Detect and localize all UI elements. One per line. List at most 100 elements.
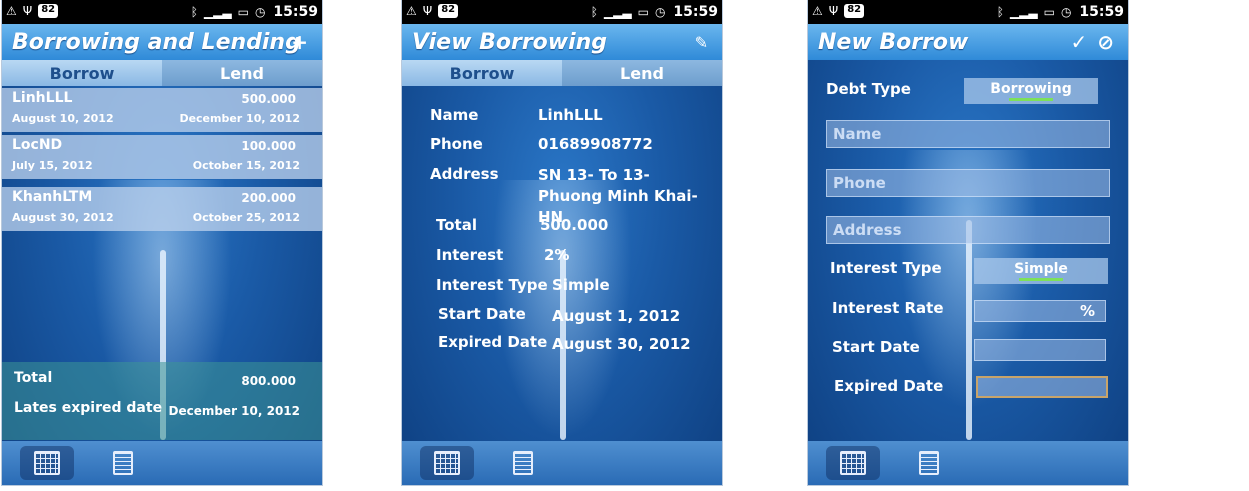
name-field[interactable]: Name: [826, 120, 1110, 148]
battery-level-badge: 82: [844, 4, 865, 18]
calendar-button[interactable]: [20, 446, 74, 480]
title-bar: Borrowing and Lending +: [2, 24, 322, 60]
percent-unit: %: [1079, 302, 1095, 320]
calendar-icon: [840, 451, 866, 475]
list-item-amount: 500.000: [241, 92, 296, 106]
bottom-bar: [2, 441, 322, 485]
list-item-name: KhanhLTM: [12, 189, 93, 205]
address-field[interactable]: Address: [826, 216, 1110, 244]
notes-icon: [919, 451, 939, 475]
tab-bar: Borrow Lend: [402, 60, 722, 86]
tab-bar: Borrow Lend: [2, 60, 322, 86]
clock: 15:59: [1079, 4, 1124, 20]
name-label: Name: [430, 106, 479, 124]
battery-level-badge: 82: [438, 4, 459, 18]
interest-type-spinner[interactable]: Simple: [974, 258, 1108, 284]
status-bar: ⚠ Ψ 82 ᛒ ▁▂▃ ▭ ◷ 15:59: [2, 0, 322, 24]
calendar-icon: [434, 451, 460, 475]
clock: 15:59: [673, 4, 718, 20]
debt-type-label: Debt Type: [826, 80, 911, 98]
phone-field[interactable]: Phone: [826, 169, 1110, 197]
start-date-field[interactable]: [974, 339, 1106, 361]
bluetooth-icon: ᛒ: [590, 5, 598, 19]
notes-icon: [513, 451, 533, 475]
clock: 15:59: [273, 4, 318, 20]
notes-button[interactable]: [96, 446, 150, 480]
list-item-due: December 10, 2012: [179, 112, 300, 125]
screen-borrowing-lending-list: ⚠ Ψ 82 ᛒ ▁▂▃ ▭ ◷ 15:59 Borrowing and Len…: [2, 0, 322, 485]
phone-label: Phone: [430, 135, 483, 153]
usb-icon: Ψ: [828, 4, 839, 18]
tab-borrow[interactable]: Borrow: [402, 60, 562, 86]
interest-type-label: Interest Type: [830, 259, 942, 277]
warning-icon: ⚠: [812, 4, 823, 18]
usb-icon: Ψ: [22, 4, 33, 18]
list-item[interactable]: KhanhLTM 200.000 August 30, 2012 October…: [2, 187, 322, 231]
title-bar: New Borrow ✓ ⊘: [808, 24, 1128, 60]
bluetooth-icon: ᛒ: [996, 5, 1004, 19]
list-item-due: October 25, 2012: [192, 211, 300, 224]
add-icon[interactable]: +: [291, 30, 308, 54]
tree-trunk-decoration: [966, 220, 972, 440]
interest-type-value: Simple: [552, 276, 610, 294]
interest-rate-field[interactable]: %: [974, 300, 1106, 322]
name-value: LinhLLL: [538, 106, 603, 124]
interest-rate-label: Interest Rate: [832, 299, 944, 317]
notes-icon: [113, 451, 133, 475]
battery-icon: ▭: [237, 5, 249, 19]
list-item[interactable]: LinhLLL 500.000 August 10, 2012 December…: [2, 88, 322, 132]
edit-icon[interactable]: ✎: [695, 33, 708, 52]
alarm-icon: ◷: [1060, 5, 1072, 19]
status-bar: ⚠ Ψ 82 ᛒ ▁▂▃ ▭ ◷ 15:59: [808, 0, 1128, 24]
notes-button[interactable]: [496, 446, 550, 480]
interest-value: 2%: [544, 246, 570, 264]
status-bar: ⚠ Ψ 82 ᛒ ▁▂▃ ▭ ◷ 15:59: [402, 0, 722, 24]
battery-icon: ▭: [1043, 5, 1055, 19]
bottom-bar: [808, 441, 1128, 485]
battery-level-badge: 82: [38, 4, 59, 18]
calendar-button[interactable]: [826, 446, 880, 480]
calendar-icon: [34, 451, 60, 475]
total-label: Total: [14, 370, 53, 386]
list-item-due: October 15, 2012: [192, 159, 300, 172]
signal-icon: ▁▂▃: [203, 5, 232, 19]
spinner-underline: [1019, 278, 1063, 281]
list-item-name: LocND: [12, 137, 63, 153]
total-value: 500.000: [540, 216, 609, 234]
start-date-value: August 1, 2012: [552, 307, 681, 325]
expired-date-value: August 30, 2012: [552, 335, 691, 353]
start-date-label: Start Date: [438, 305, 526, 323]
page-title: View Borrowing: [412, 29, 608, 55]
screen-new-borrow: ⚠ Ψ 82 ᛒ ▁▂▃ ▭ ◷ 15:59 New Borrow ✓ ⊘ De…: [808, 0, 1128, 485]
alarm-icon: ◷: [254, 5, 266, 19]
page-title: New Borrow: [818, 29, 969, 55]
tab-lend[interactable]: Lend: [562, 60, 722, 86]
list-item-amount: 100.000: [241, 139, 296, 153]
total-label: Total: [436, 216, 477, 234]
cancel-icon[interactable]: ⊘: [1097, 30, 1114, 54]
signal-icon: ▁▂▃: [603, 5, 632, 19]
list-item-date: August 30, 2012: [12, 211, 114, 224]
total-value: 800.000: [241, 374, 296, 388]
tab-borrow[interactable]: Borrow: [2, 60, 162, 86]
warning-icon: ⚠: [406, 4, 417, 18]
tab-lend[interactable]: Lend: [162, 60, 322, 86]
list-item-date: August 10, 2012: [12, 112, 114, 125]
expired-date-field[interactable]: [976, 376, 1108, 398]
interest-label: Interest: [436, 246, 504, 264]
signal-icon: ▁▂▃: [1009, 5, 1038, 19]
debt-type-value: Borrowing: [990, 81, 1072, 97]
notes-button[interactable]: [902, 446, 956, 480]
confirm-check-icon[interactable]: ✓: [1070, 30, 1087, 54]
battery-icon: ▭: [637, 5, 649, 19]
list-item-amount: 200.000: [241, 191, 296, 205]
warning-icon: ⚠: [6, 4, 17, 18]
debt-type-spinner[interactable]: Borrowing: [964, 78, 1098, 104]
expired-date-label: Expired Date: [834, 377, 944, 395]
expired-date-label: Expired Date: [438, 333, 548, 351]
bluetooth-icon: ᛒ: [190, 5, 198, 19]
list-item[interactable]: LocND 100.000 July 15, 2012 October 15, …: [2, 135, 322, 179]
calendar-button[interactable]: [420, 446, 474, 480]
phone-value: 01689908772: [538, 135, 653, 153]
alarm-icon: ◷: [654, 5, 666, 19]
